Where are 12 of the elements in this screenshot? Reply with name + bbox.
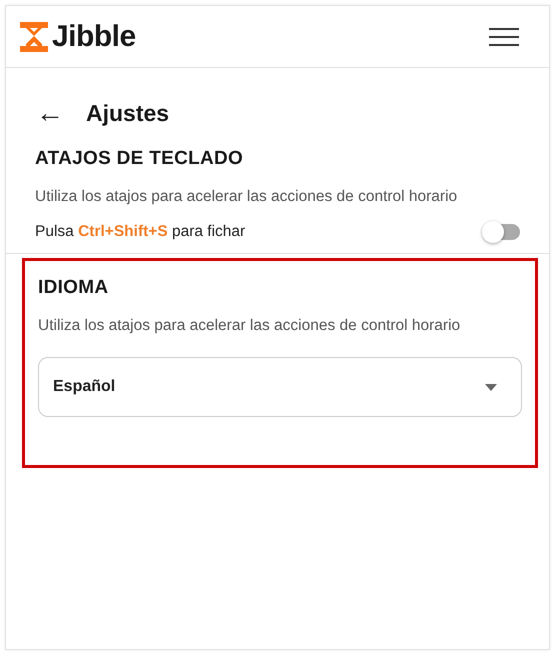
caret-icon [485,384,497,390]
back-arrow[interactable]: ← [36,99,64,127]
section-description: Utiliza los atajos para acelerar las acciones de control horario [38,317,462,335]
page-title: Ajustes [86,100,170,126]
menu-icon[interactable] [489,28,519,46]
section-heading: IDIOMA [38,277,110,299]
section-heading: ATAJOS DE TECLADO [35,148,244,170]
hourglass-logo-icon [20,22,48,52]
section-description: Utiliza los atajos para acelerar las acciones de control horario [35,188,458,206]
shortcut-label: Pulsa Ctrl+Shift+S para fichar [35,223,246,241]
logo-text: Jibble [52,20,136,54]
language-select[interactable]: Español [38,357,522,417]
